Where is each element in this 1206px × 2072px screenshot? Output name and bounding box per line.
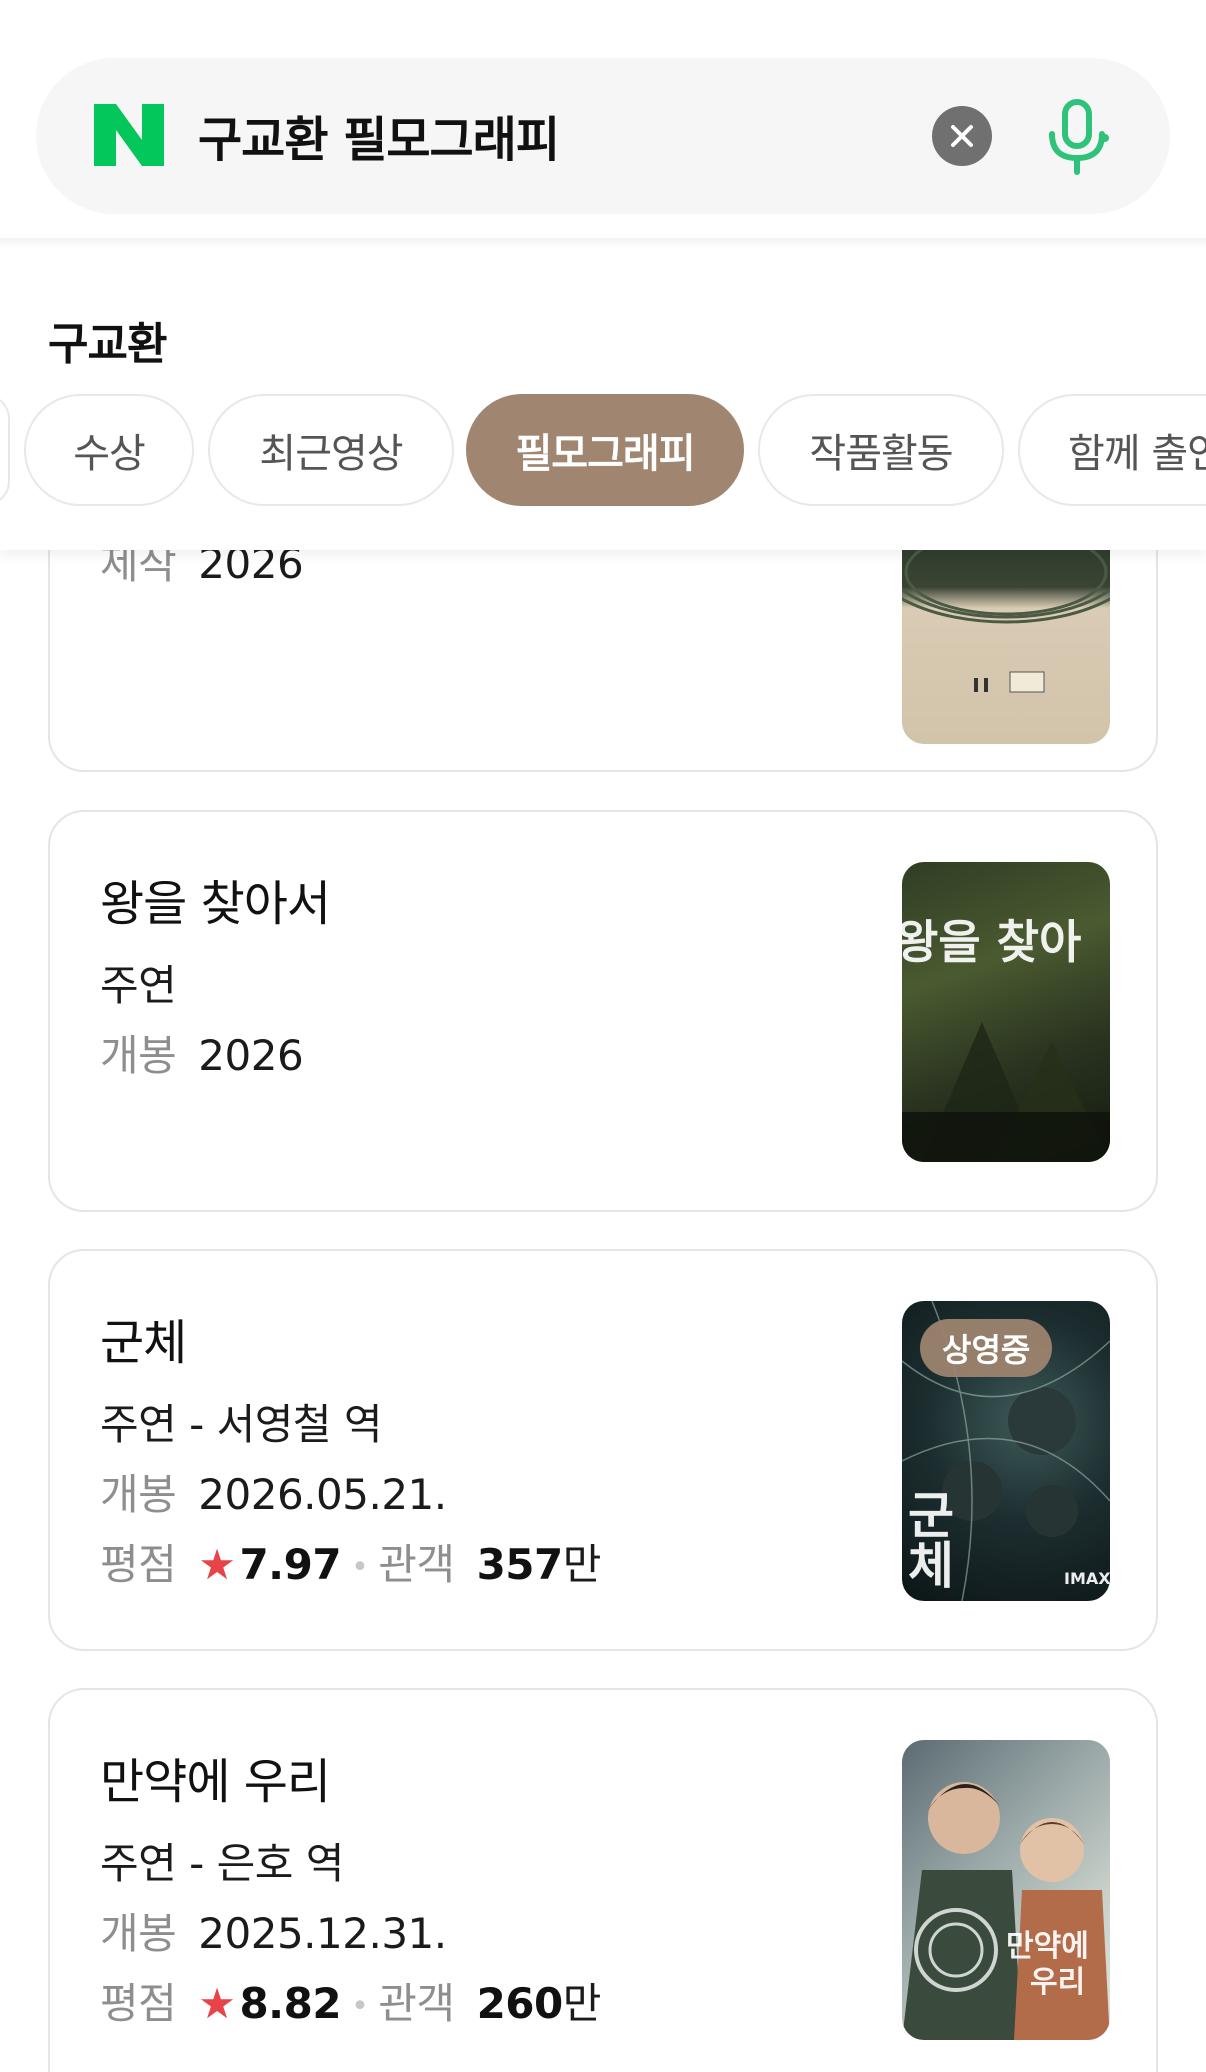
tab-filmography[interactable]: 필모그래피 xyxy=(466,394,744,506)
poster-title: 군체 xyxy=(908,1487,954,1595)
poster-title: 만약에 xyxy=(1006,1929,1089,1964)
tab-recent-videos[interactable]: 최근영상 xyxy=(208,394,454,506)
film-role: 주연 - 서영철 역 xyxy=(100,1400,383,1449)
film-card[interactable]: 왕을 찾아서 주연 개봉 2026 왕을 찾아 xyxy=(48,810,1158,1212)
film-title[interactable]: 군체 xyxy=(100,1303,187,1373)
film-title[interactable]: 왕을 찾아서 xyxy=(100,864,331,934)
film-stats: 평점 ★8.82 • 관객 260만 xyxy=(100,1979,601,2028)
microphone-icon[interactable] xyxy=(1042,98,1112,176)
poster-title: 왕을 찾아 xyxy=(902,915,1082,969)
film-poster[interactable]: 왕을 찾아 xyxy=(902,862,1110,1162)
tab-works[interactable]: 작품활동 xyxy=(758,394,1004,506)
clear-search-button[interactable] xyxy=(932,106,992,166)
rating-value: 7.97 xyxy=(239,1540,342,1589)
audience-value: 260 xyxy=(476,1979,564,2028)
tab-awards[interactable]: 수상 xyxy=(24,394,194,506)
film-date: 개봉 2026.05.21. xyxy=(100,1470,447,1519)
filmography-header: 구교환 수상 최근영상 필모그래피 작품활동 함께 출연 xyxy=(0,238,1206,550)
search-query[interactable]: 구교환 필모그래피 xyxy=(198,100,560,170)
star-icon: ★ xyxy=(198,1979,236,2028)
imax-logo: IMAX xyxy=(1064,1569,1110,1588)
clear-icon xyxy=(951,125,973,147)
naver-logo[interactable] xyxy=(94,104,164,166)
film-role: 주연 - 은호 역 xyxy=(100,1839,344,1888)
person-name: 구교환 xyxy=(48,319,167,370)
film-poster[interactable]: 만약에 우리 xyxy=(902,1740,1110,2040)
search-area: 구교환 필모그래피 xyxy=(0,0,1206,238)
poster-title: 우리 xyxy=(1030,1965,1086,2000)
film-card[interactable]: 만약에 우리 주연 - 은호 역 개봉 2025.12.31. 평점 ★8.82 • 관… xyxy=(48,1688,1158,2072)
film-role: 주연 xyxy=(100,961,177,1010)
film-card[interactable]: 군체 주연 - 서영철 역 개봉 2026.05.21. 평점 ★7.97 • 관객 35… xyxy=(48,1249,1158,1651)
audience-value: 357 xyxy=(476,1540,564,1589)
tab-co-stars[interactable]: 함께 출연 xyxy=(1018,394,1206,506)
film-poster[interactable]: 상영중 군체 IMAX xyxy=(902,1301,1110,1601)
film-stats: 평점 ★7.97 • 관객 357만 xyxy=(100,1540,601,1589)
film-title[interactable]: 만약에 우리 xyxy=(100,1742,331,1812)
rating-value: 8.82 xyxy=(239,1979,342,2028)
film-date: 개봉 2026 xyxy=(100,1031,304,1080)
divider xyxy=(0,238,1206,248)
film-date: 개봉 2025.12.31. xyxy=(100,1909,447,1958)
now-showing-badge: 상영중 xyxy=(920,1319,1053,1377)
star-icon: ★ xyxy=(198,1540,236,1589)
chip-partial[interactable] xyxy=(0,394,10,506)
